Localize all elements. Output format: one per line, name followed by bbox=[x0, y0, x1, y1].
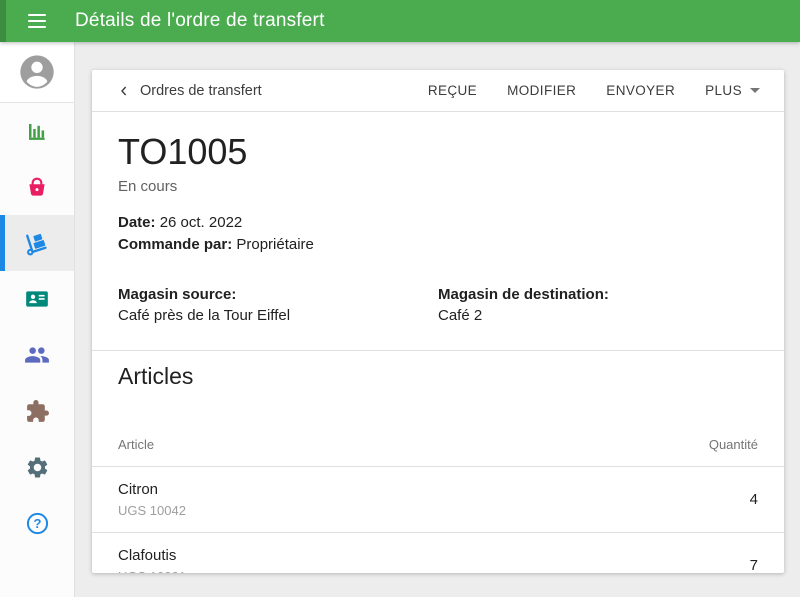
back-link[interactable]: Ordres de transfert bbox=[116, 83, 262, 99]
destination-store: Magasin de destination: Café 2 bbox=[438, 286, 609, 324]
table-row[interactable]: Citron UGS 10042 4 bbox=[92, 467, 784, 533]
more-button[interactable]: PLUS bbox=[705, 83, 760, 98]
basket-icon bbox=[29, 177, 45, 196]
sidebar-item-inventory[interactable] bbox=[0, 215, 74, 271]
toolbar-actions: REÇUE MODIFIER ENVOYER PLUS bbox=[428, 83, 760, 98]
sidebar: ? bbox=[0, 42, 75, 597]
hand-truck-icon bbox=[25, 233, 47, 255]
help-icon: ? bbox=[26, 512, 48, 534]
item-name: Clafoutis bbox=[118, 547, 177, 564]
send-button[interactable]: ENVOYER bbox=[606, 83, 675, 98]
account-circle-icon bbox=[20, 55, 54, 89]
chevron-left-icon bbox=[121, 86, 127, 95]
item-quantity: 4 bbox=[749, 491, 758, 508]
order-id: TO1005 bbox=[118, 131, 248, 172]
table-row[interactable]: Clafoutis UGS 10001 7 bbox=[92, 533, 784, 573]
section-divider bbox=[92, 350, 784, 351]
sidebar-item-employees[interactable] bbox=[0, 327, 74, 383]
header-edge-strip bbox=[0, 0, 6, 42]
store-columns: Magasin source: Café près de la Tour Eif… bbox=[118, 284, 758, 326]
puzzle-icon bbox=[26, 399, 49, 422]
sidebar-item-integrations[interactable] bbox=[0, 383, 74, 439]
column-article: Article bbox=[118, 437, 155, 452]
receive-button[interactable]: REÇUE bbox=[428, 83, 477, 98]
order-ordered-by: Commande par: Propriétaire bbox=[118, 236, 314, 253]
modify-button[interactable]: MODIFIER bbox=[507, 83, 576, 98]
caret-down-icon bbox=[750, 88, 760, 93]
item-sku: UGS 10042 bbox=[118, 503, 186, 518]
item-name: Citron bbox=[118, 481, 159, 498]
transfer-order-card: Ordres de transfert REÇUE MODIFIER ENVOY… bbox=[92, 70, 784, 573]
contact-card-icon bbox=[26, 291, 48, 307]
svg-text:?: ? bbox=[33, 515, 41, 530]
menu-icon[interactable] bbox=[28, 14, 46, 28]
source-store: Magasin source: Café près de la Tour Eif… bbox=[118, 286, 291, 324]
back-label: Ordres de transfert bbox=[140, 82, 262, 99]
page-title: Détails de l'ordre de transfert bbox=[75, 10, 325, 31]
sidebar-item-help[interactable]: ? bbox=[0, 495, 74, 551]
column-quantity: Quantité bbox=[708, 437, 758, 452]
sidebar-item-articles[interactable] bbox=[0, 159, 74, 215]
sidebar-item-settings[interactable] bbox=[0, 439, 74, 495]
item-quantity: 7 bbox=[749, 557, 758, 573]
card-toolbar: Ordres de transfert REÇUE MODIFIER ENVOY… bbox=[92, 70, 784, 112]
order-status: En cours bbox=[118, 178, 178, 195]
order-details: TO1005 En cours Date: 26 oct. 2022 Comma… bbox=[92, 132, 784, 326]
main-content: Ordres de transfert REÇUE MODIFIER ENVOY… bbox=[76, 42, 800, 597]
articles-heading: Articles bbox=[118, 363, 194, 389]
people-icon bbox=[25, 347, 49, 363]
item-sku: UGS 10001 bbox=[118, 569, 186, 573]
order-date: Date: 26 oct. 2022 bbox=[118, 214, 243, 231]
bar-chart-icon bbox=[29, 124, 45, 140]
sidebar-item-profile[interactable] bbox=[0, 42, 74, 103]
sidebar-item-customers[interactable] bbox=[0, 271, 74, 327]
app-header: Détails de l'ordre de transfert bbox=[0, 0, 800, 42]
order-meta: Date: 26 oct. 2022 Commande par: Proprié… bbox=[118, 212, 758, 256]
articles-table-header: Article Quantité bbox=[92, 437, 784, 467]
sidebar-item-reports[interactable] bbox=[0, 103, 74, 159]
gear-icon bbox=[27, 457, 47, 477]
